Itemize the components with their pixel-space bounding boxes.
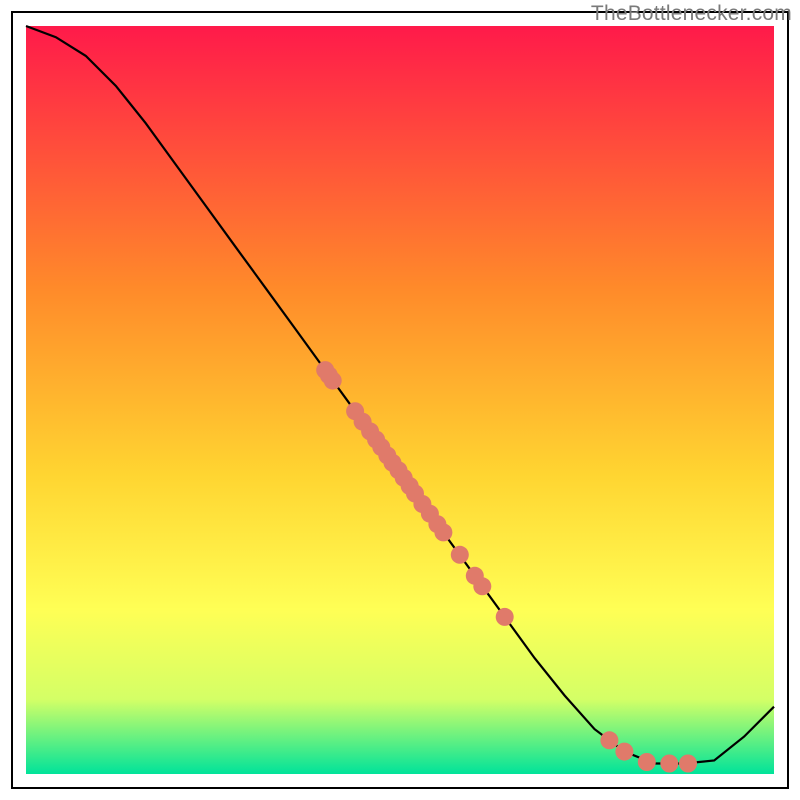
data-point	[600, 731, 618, 749]
data-point	[615, 743, 633, 761]
plot-background	[26, 26, 774, 774]
data-point	[496, 608, 514, 626]
data-point	[638, 753, 656, 771]
data-point	[434, 523, 452, 541]
data-point	[451, 546, 469, 564]
chart-svg	[0, 0, 800, 800]
data-point	[473, 577, 491, 595]
bottleneck-chart: TheBottlenecker.com	[0, 0, 800, 800]
data-point	[324, 372, 342, 390]
data-point	[660, 755, 678, 773]
data-point	[679, 755, 697, 773]
attribution-text: TheBottlenecker.com	[591, 2, 792, 26]
